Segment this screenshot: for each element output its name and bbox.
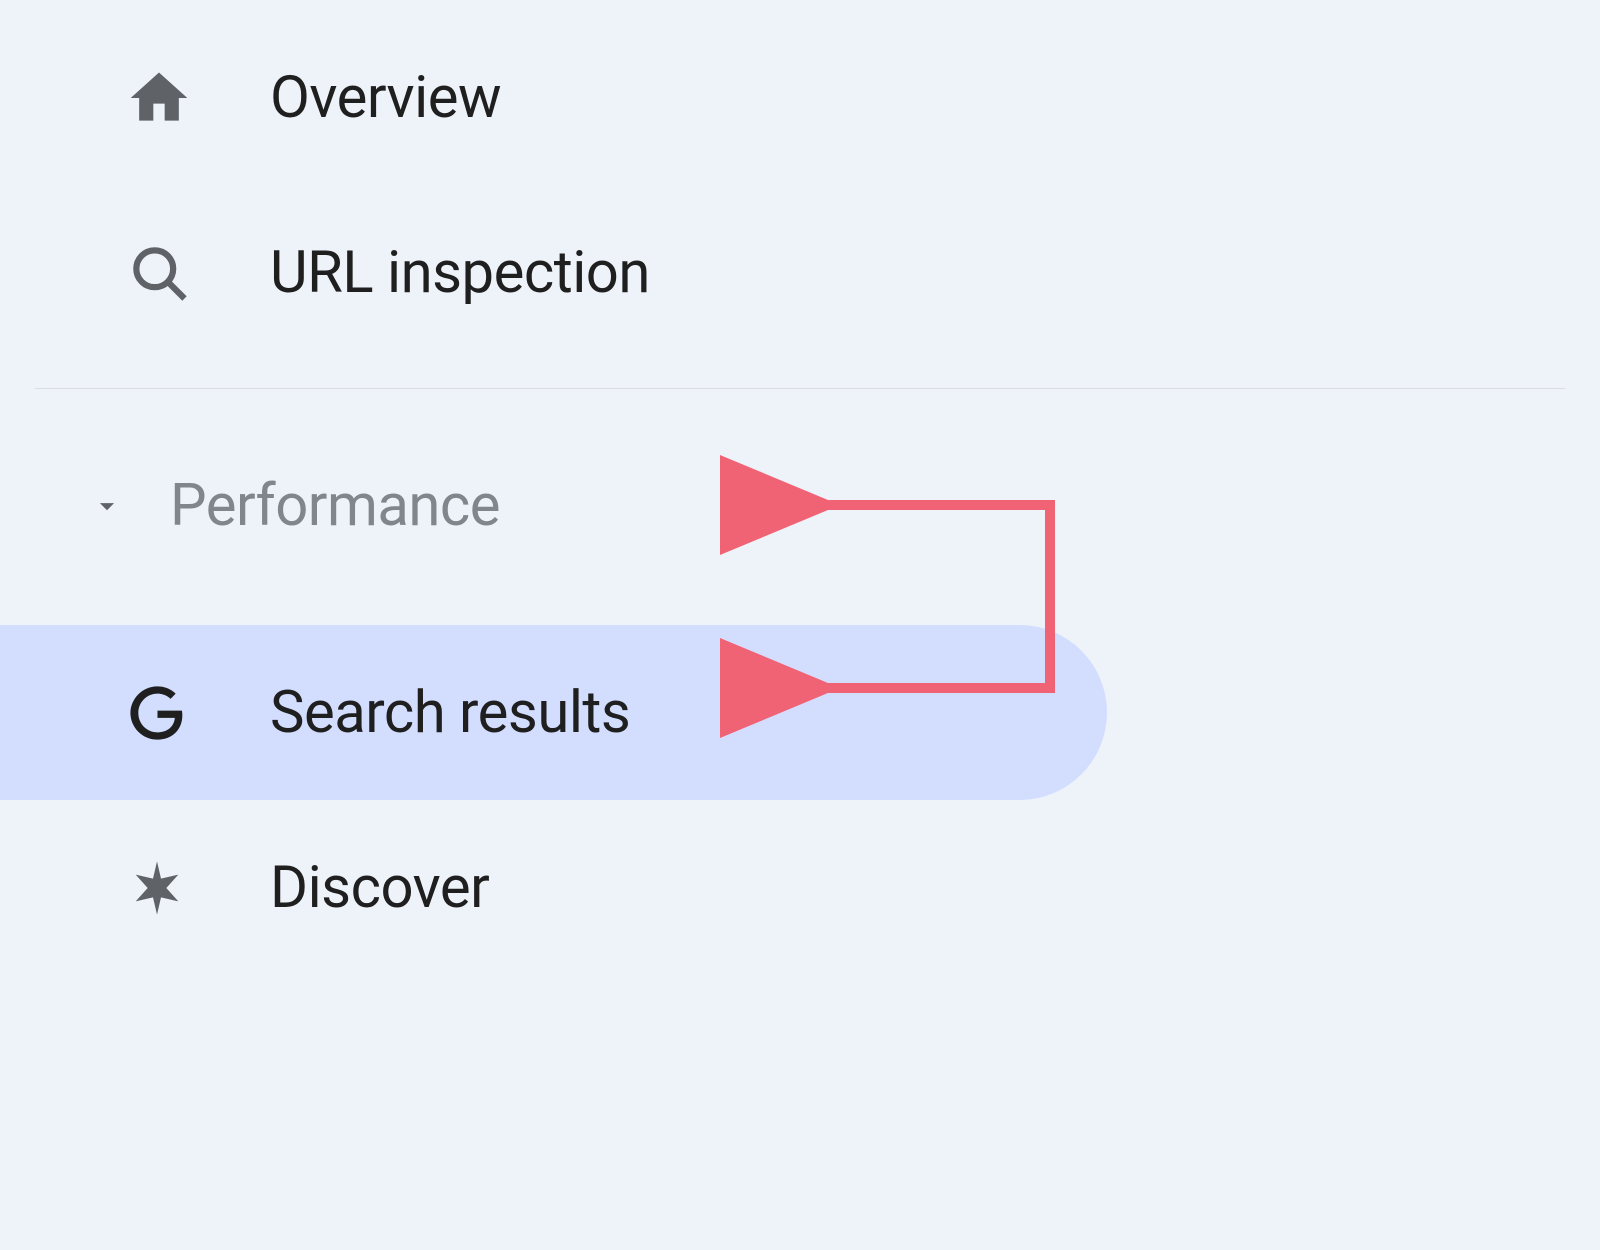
sidebar-item-search-results[interactable]: Search results: [0, 625, 1107, 800]
sidebar-item-url-inspection[interactable]: URL inspection: [0, 185, 1600, 360]
chevron-down-icon: [90, 489, 170, 523]
asterisk-icon: [125, 856, 270, 920]
sidebar-item-label: URL inspection: [270, 239, 650, 307]
home-icon: [125, 64, 270, 132]
sidebar-item-label: Discover: [270, 854, 489, 922]
sidebar-item-label: Overview: [270, 64, 501, 132]
section-label: Performance: [170, 472, 500, 540]
google-g-icon: [125, 681, 270, 745]
sidebar-item-label: Search results: [270, 679, 630, 747]
sidebar: Overview URL inspection Performance Sear…: [0, 0, 1600, 1250]
search-icon: [125, 239, 270, 307]
divider: [35, 388, 1565, 389]
sidebar-item-overview[interactable]: Overview: [0, 10, 1600, 185]
section-header-performance[interactable]: Performance: [0, 451, 1600, 561]
sidebar-item-discover[interactable]: Discover: [0, 800, 1600, 975]
